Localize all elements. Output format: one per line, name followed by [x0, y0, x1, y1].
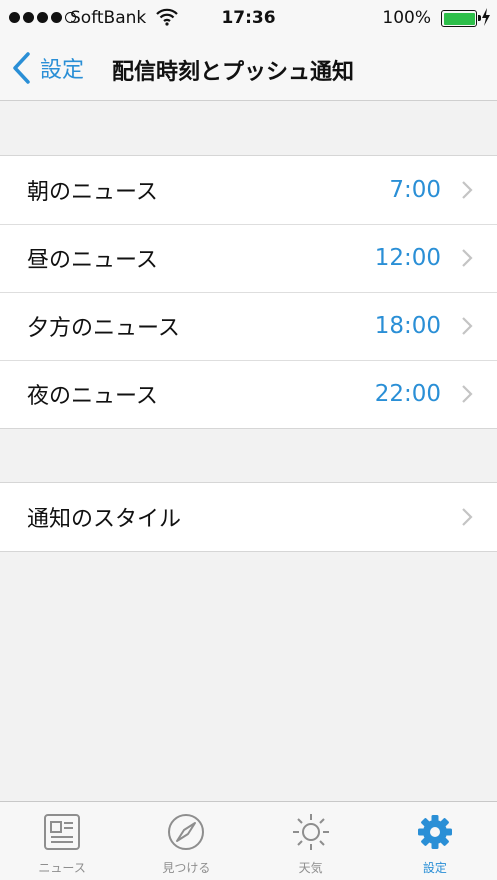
tab-label: ニュース — [38, 861, 86, 875]
row-label: 朝のニュース — [27, 180, 158, 205]
row-label: 夜のニュース — [27, 384, 158, 409]
navigation-bar: 設定 配信時刻とプッシュ通知 — [0, 38, 497, 101]
row-time-value: 18:00 — [374, 313, 441, 339]
chevron-right-icon — [462, 249, 473, 267]
chevron-right-icon — [462, 508, 473, 526]
battery-icon — [441, 10, 481, 27]
row-label: 昼のニュース — [27, 248, 158, 273]
newspaper-icon — [44, 814, 81, 850]
chevron-right-icon — [462, 317, 473, 335]
chevron-right-icon — [462, 385, 473, 403]
status-bar: SoftBank 17:36 100% — [0, 0, 497, 38]
tab-settings[interactable]: 設定 — [373, 802, 497, 880]
back-button[interactable]: 設定 — [12, 50, 84, 86]
delivery-time-list: 朝のニュース 7:00 昼のニュース 12:00 夕方のニュース 18:00 夜… — [0, 155, 497, 429]
row-label: 通知のスタイル — [27, 507, 182, 532]
compass-icon — [168, 814, 205, 850]
battery-percentage: 100% — [382, 8, 431, 28]
row-label: 夕方のニュース — [27, 316, 180, 341]
list-item-morning-news[interactable]: 朝のニュース 7:00 — [0, 156, 497, 224]
back-button-label: 設定 — [40, 58, 85, 83]
charging-icon — [481, 8, 491, 31]
list-item-notification-style[interactable]: 通知のスタイル — [0, 483, 497, 551]
row-time-value: 7:00 — [389, 177, 441, 203]
chevron-right-icon — [462, 181, 473, 199]
row-time-value: 22:00 — [374, 381, 441, 407]
row-time-value: 12:00 — [374, 245, 441, 271]
list-item-night-news[interactable]: 夜のニュース 22:00 — [0, 360, 497, 428]
tab-label: 見つける — [162, 861, 211, 875]
list-item-evening-news[interactable]: 夕方のニュース 18:00 — [0, 292, 497, 360]
chevron-left-icon — [13, 52, 30, 84]
tab-label: 天気 — [298, 861, 323, 875]
tab-label: 設定 — [422, 861, 447, 875]
page-title: 配信時刻とプッシュ通知 — [112, 60, 355, 85]
gear-icon — [417, 815, 452, 849]
tab-discover[interactable]: 見つける — [124, 802, 248, 880]
tab-news[interactable]: ニュース — [0, 802, 124, 880]
sun-icon — [292, 814, 329, 850]
notification-style-list: 通知のスタイル — [0, 482, 497, 552]
tab-bar: ニュース 見つける 天気 設定 — [0, 801, 497, 880]
list-item-noon-news[interactable]: 昼のニュース 12:00 — [0, 224, 497, 292]
tab-weather[interactable]: 天気 — [249, 802, 373, 880]
